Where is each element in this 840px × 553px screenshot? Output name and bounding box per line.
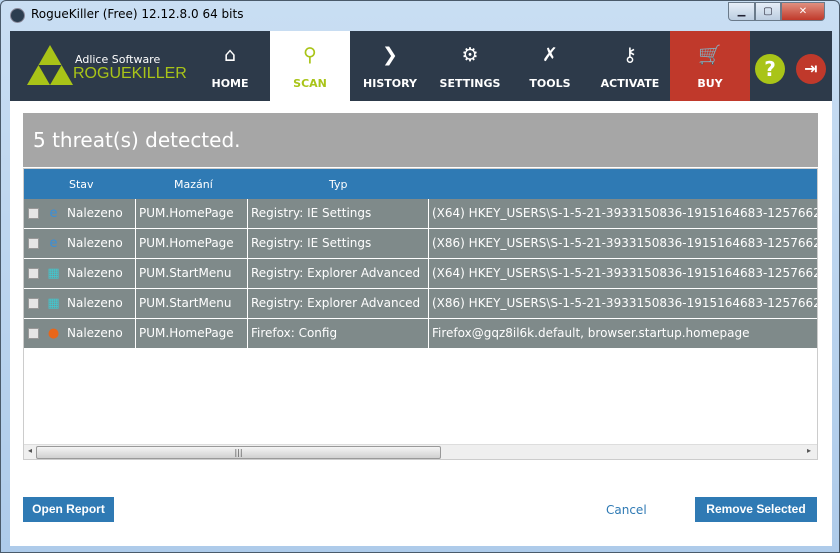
row-checkbox[interactable]: [28, 298, 39, 309]
tab-label: HOME: [211, 77, 249, 90]
type-cell: Registry: IE Settings: [248, 199, 429, 228]
tab-tools[interactable]: ✗ TOOLS: [510, 31, 590, 101]
tab-label: ACTIVATE: [600, 77, 660, 90]
table-row[interactable]: e Nalezeno PUM.HomePage Registry: IE Set…: [24, 229, 818, 259]
scroll-right-icon[interactable]: ▸: [807, 446, 811, 455]
path-cell: (X86) HKEY_USERS\S-1-5-21-3933150836-191…: [432, 236, 818, 250]
ie-icon: e: [49, 236, 58, 251]
column-name[interactable]: Mazání: [174, 178, 213, 191]
status-cell: ▦ Nalezeno: [24, 259, 136, 288]
tab-label: SETTINGS: [439, 77, 501, 90]
column-status[interactable]: Stav: [69, 178, 94, 191]
column-type[interactable]: Typ: [329, 178, 348, 191]
table-row[interactable]: e Nalezeno PUM.HomePage Registry: IE Set…: [24, 199, 818, 229]
nav-bar: Adlice Software ROGUEKILLER ⌂ HOME ⚲ SCAN …: [10, 31, 832, 101]
registry-icon: ▦: [47, 266, 60, 281]
path-cell: (X64) HKEY_USERS\S-1-5-21-3933150836-191…: [432, 266, 818, 280]
table-header: Stav Mazání Typ: [24, 169, 817, 199]
exit-button[interactable]: ⇥: [796, 54, 826, 84]
status-text: Nalezeno: [67, 236, 123, 250]
search-icon: ⚲: [303, 44, 317, 66]
window-title: RogueKiller (Free) 12.12.8.0 64 bits: [31, 7, 244, 21]
logo-product: ROGUEKILLER: [73, 65, 187, 82]
table-row[interactable]: ▦ Nalezeno PUM.StartMenu Registry: Explo…: [24, 259, 818, 289]
tab-label: BUY: [697, 77, 723, 90]
close-button[interactable]: ✕: [781, 2, 825, 21]
row-checkbox[interactable]: [28, 268, 39, 279]
home-icon: ⌂: [223, 44, 237, 66]
row-checkbox[interactable]: [28, 208, 39, 219]
tab-settings[interactable]: ⚙ SETTINGS: [430, 31, 510, 101]
tab-buy[interactable]: 🛒 BUY: [670, 31, 750, 101]
path-cell: Firefox@gqz8il6k.default, browser.startu…: [432, 326, 750, 340]
type-cell: Firefox: Config: [248, 319, 429, 348]
tab-scan[interactable]: ⚲ SCAN: [270, 31, 350, 101]
name-cell: PUM.StartMenu: [136, 259, 248, 288]
threat-table: Stav Mazání Typ e Nalezeno PUM.HomePage …: [23, 168, 818, 460]
type-cell: Registry: Explorer Advanced: [248, 289, 429, 318]
horizontal-scrollbar[interactable]: ◂ ||| ▸: [24, 444, 817, 459]
maximize-button[interactable]: ▢: [755, 2, 781, 21]
status-cell: ● Nalezeno: [24, 319, 136, 348]
type-cell: Registry: IE Settings: [248, 229, 429, 258]
row-checkbox[interactable]: [28, 328, 39, 339]
status-text: Nalezeno: [67, 266, 123, 280]
tab-activate[interactable]: ⚷ ACTIVATE: [590, 31, 670, 101]
cancel-link[interactable]: Cancel: [606, 503, 647, 517]
tab-label: HISTORY: [363, 77, 417, 90]
name-cell: PUM.StartMenu: [136, 289, 248, 318]
remove-selected-button[interactable]: Remove Selected: [695, 497, 817, 522]
name-cell: PUM.HomePage: [136, 199, 248, 228]
tab-label: SCAN: [293, 77, 327, 90]
minimize-button[interactable]: ▁: [728, 2, 755, 21]
threat-summary: 5 threat(s) detected.: [23, 113, 818, 167]
tools-icon: ✗: [542, 44, 558, 66]
history-icon: ❯: [382, 44, 398, 66]
tab-history[interactable]: ❯ HISTORY: [350, 31, 430, 101]
ie-icon: e: [49, 206, 58, 221]
logo: Adlice Software ROGUEKILLER: [27, 45, 187, 89]
status-text: Nalezeno: [67, 206, 123, 220]
path-cell: (X86) HKEY_USERS\S-1-5-21-3933150836-191…: [432, 296, 818, 310]
firefox-icon: ●: [47, 326, 60, 341]
gear-icon: ⚙: [461, 44, 479, 66]
table-row[interactable]: ▦ Nalezeno PUM.StartMenu Registry: Explo…: [24, 289, 818, 319]
type-cell: Registry: Explorer Advanced: [248, 259, 429, 288]
table-row[interactable]: ● Nalezeno PUM.HomePage Firefox: Config …: [24, 319, 817, 349]
key-icon: ⚷: [623, 44, 637, 66]
registry-icon: ▦: [47, 296, 60, 311]
window: RogueKiller (Free) 12.12.8.0 64 bits ▁ ▢…: [0, 0, 840, 553]
help-button[interactable]: ?: [755, 54, 785, 84]
tab-label: TOOLS: [529, 77, 571, 90]
open-report-button[interactable]: Open Report: [23, 497, 114, 522]
cart-icon: 🛒: [698, 44, 722, 66]
scan-panel: 5 threat(s) detected. Stav Mazání Typ e …: [10, 101, 832, 546]
logo-triangle-icon: [27, 45, 73, 85]
path-cell: (X64) HKEY_USERS\S-1-5-21-3933150836-191…: [432, 206, 818, 220]
status-cell: ▦ Nalezeno: [24, 289, 136, 318]
name-cell: PUM.HomePage: [136, 319, 248, 348]
status-cell: e Nalezeno: [24, 199, 136, 228]
scroll-thumb[interactable]: |||: [36, 446, 441, 459]
status-cell: e Nalezeno: [24, 229, 136, 258]
name-cell: PUM.HomePage: [136, 229, 248, 258]
app-icon: [10, 8, 25, 23]
tab-home[interactable]: ⌂ HOME: [190, 31, 270, 101]
row-checkbox[interactable]: [28, 238, 39, 249]
status-text: Nalezeno: [67, 296, 123, 310]
status-text: Nalezeno: [67, 326, 123, 340]
scroll-left-icon[interactable]: ◂: [28, 446, 32, 455]
